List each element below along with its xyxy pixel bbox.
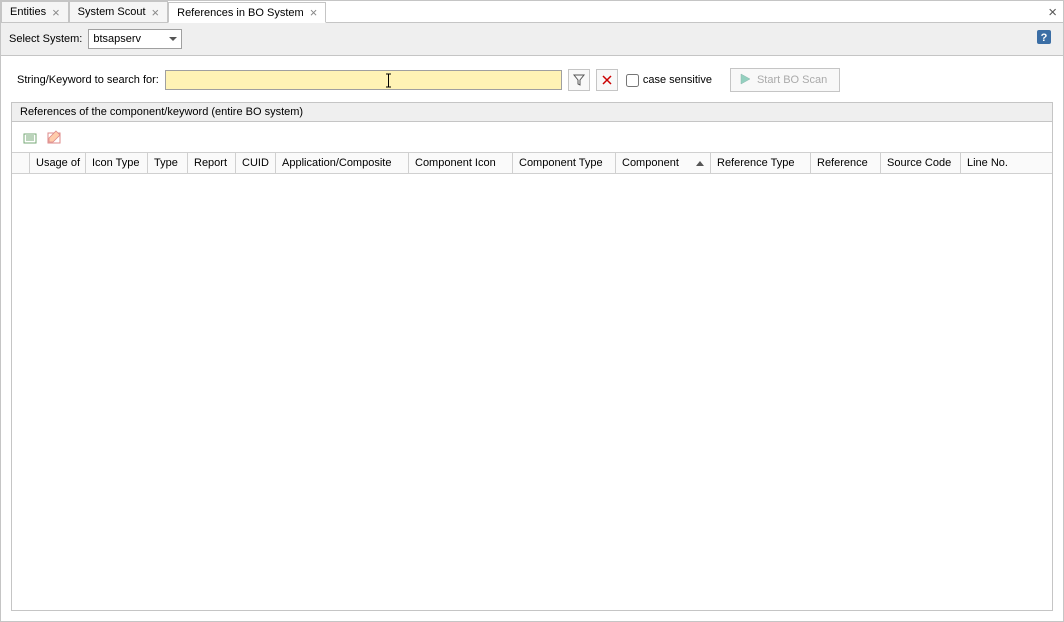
grid-col-icon-type[interactable]: Icon Type [86,153,148,173]
window-close-icon[interactable]: × [1048,4,1057,21]
help-icon[interactable]: ? [1035,29,1053,45]
filter-icon[interactable] [568,69,590,91]
grid-col-line-no[interactable]: Line No. [961,153,1012,173]
case-sensitive-input[interactable] [626,74,639,87]
grid-col-report[interactable]: Report [188,153,236,173]
grid-col-source-code[interactable]: Source Code [881,153,961,173]
case-sensitive-label: case sensitive [643,74,712,86]
search-input[interactable] [165,70,562,90]
tab-system-scout[interactable]: System Scout × [69,1,168,22]
panel-toolbar [12,122,1052,152]
grid-col-component-icon[interactable]: Component Icon [409,153,513,173]
grid-col-application-composite[interactable]: Application/Composite [276,153,409,173]
close-icon[interactable]: × [152,6,160,19]
tab-entities[interactable]: Entities × [1,1,69,22]
grid-col-component-type[interactable]: Component Type [513,153,616,173]
clear-filter-icon[interactable] [596,69,618,91]
grid-header: Usage of Icon Type Type Report CUID Appl… [12,152,1052,174]
sort-ascending-icon [696,161,704,166]
grid-col-component[interactable]: Component [616,153,711,173]
grid-col-type[interactable]: Type [148,153,188,173]
system-toolbar: Select System: btsapserv ? [1,23,1063,56]
tab-label: Entities [10,6,46,18]
panel-title: References of the component/keyword (ent… [12,103,1052,122]
chevron-down-icon [169,37,177,41]
system-dropdown[interactable]: btsapserv [88,29,182,49]
grid-body [12,174,1052,610]
results-panel: References of the component/keyword (ent… [11,102,1053,611]
export-icon[interactable] [22,128,40,146]
start-scan-label: Start BO Scan [757,74,827,86]
tab-label: System Scout [78,6,146,18]
select-system-label: Select System: [9,33,82,45]
tabs-bar: Entities × System Scout × References in … [1,1,1063,23]
play-icon [739,73,751,88]
grid-col-usage-of[interactable]: Usage of [30,153,86,173]
case-sensitive-checkbox[interactable]: case sensitive [626,74,712,87]
grid-col-reference[interactable]: Reference [811,153,881,173]
edit-icon[interactable] [46,128,64,146]
tab-label: References in BO System [177,7,304,19]
grid-col-selector[interactable] [12,153,30,173]
system-value: btsapserv [93,33,141,45]
start-bo-scan-button[interactable]: Start BO Scan [730,68,840,92]
svg-text:?: ? [1041,32,1048,44]
close-icon[interactable]: × [52,6,60,19]
text-cursor-icon [385,73,392,91]
close-icon[interactable]: × [310,6,318,19]
search-row: String/Keyword to search for: case sensi… [1,56,1063,102]
grid-col-cuid[interactable]: CUID [236,153,276,173]
grid-col-reference-type[interactable]: Reference Type [711,153,811,173]
search-label: String/Keyword to search for: [17,74,159,86]
tab-references-in-bo-system[interactable]: References in BO System × [168,2,326,23]
